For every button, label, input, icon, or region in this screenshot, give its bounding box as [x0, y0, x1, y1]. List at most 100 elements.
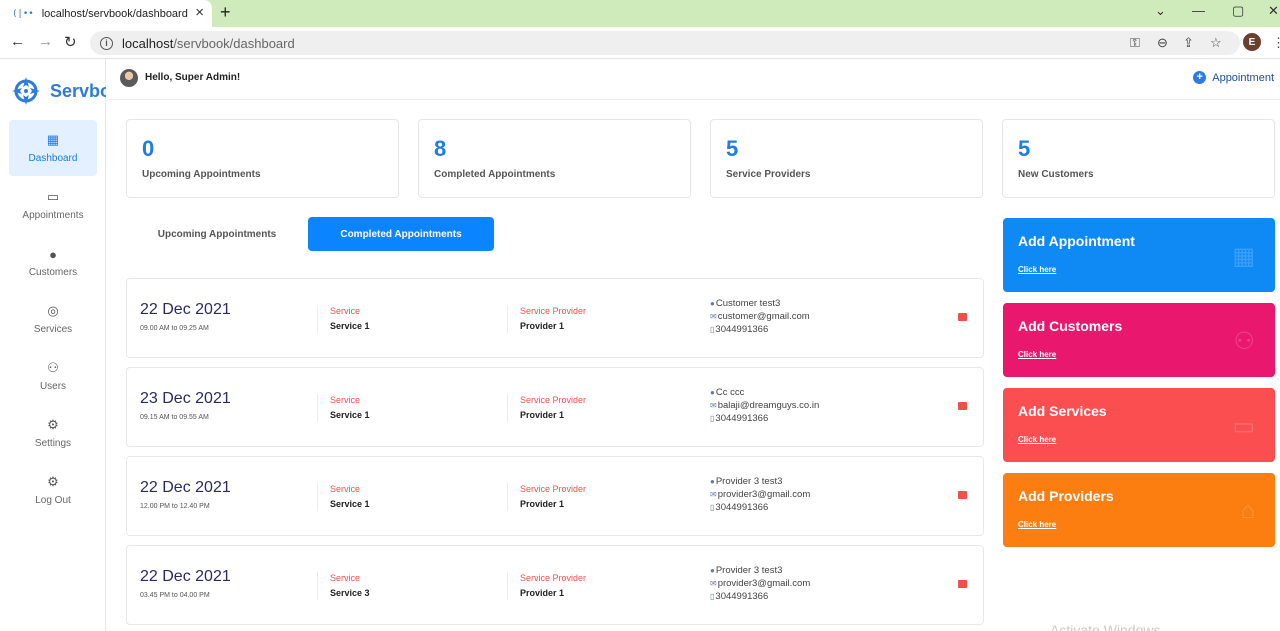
message-icon[interactable] — [958, 402, 967, 410]
column-divider — [507, 572, 508, 600]
top-header: Hello, Super Admin! + Appointment — [107, 59, 1280, 100]
user-icon: ● — [710, 388, 715, 397]
brand-logo[interactable]: Servbo — [10, 75, 106, 107]
stat-value: 0 — [142, 136, 155, 161]
click-here-link[interactable]: Click here — [1018, 265, 1056, 274]
share-icon[interactable]: ⇪ — [1183, 35, 1194, 51]
envelope-icon: ✉ — [710, 579, 717, 588]
calendar-icon: ▭ — [46, 189, 60, 204]
envelope-icon: ✉ — [710, 401, 717, 410]
service-value: Service 3 — [330, 588, 370, 598]
click-here-link[interactable]: Click here — [1018, 435, 1056, 444]
service-label: Service — [330, 484, 361, 494]
sidebar-item-label: Log Out — [35, 495, 71, 506]
bookmark-star-icon[interactable]: ☆ — [1210, 35, 1222, 51]
contact-info: ●Customer test3 ✉customer@gmail.com ▯304… — [710, 297, 810, 336]
tab-close-icon[interactable]: × — [195, 4, 204, 21]
column-divider — [507, 483, 508, 511]
envelope-icon: ✉ — [710, 312, 717, 321]
favicon-icon: (|•• — [12, 8, 34, 19]
appointment-time: 03.45 PM to 04.00 PM — [140, 592, 210, 599]
message-icon[interactable] — [958, 491, 967, 499]
url-field[interactable]: i localhost/servbook/dashboard — [90, 31, 1240, 55]
column-divider — [507, 394, 508, 422]
contact-phone: 3044991366 — [715, 502, 769, 513]
appointment-time: 09.15 AM to 09.55 AM — [140, 414, 209, 421]
appointment-link[interactable]: + Appointment — [1193, 71, 1274, 84]
appointment-link-label: Appointment — [1212, 71, 1274, 84]
provider-value: Provider 1 — [520, 499, 565, 509]
minimize-icon[interactable]: — — [1192, 3, 1205, 18]
contact-info: ●Cc ccc ✉balaji@dreamguys.co.in ▯3044991… — [710, 386, 819, 425]
url-host: localhost — [122, 35, 174, 51]
contact-email: balaji@dreamguys.co.in — [717, 400, 820, 411]
appointment-date: 22 Dec 2021 — [140, 479, 231, 496]
gear-icon: ⚙ — [47, 417, 59, 432]
add-appointment-card[interactable]: Add Appointment Click here ▦ — [1003, 218, 1275, 292]
contact-name: Customer test3 — [715, 298, 781, 309]
provider-label: Service Provider — [520, 306, 587, 316]
users-icon: ⚇ — [47, 360, 59, 375]
sidebar-item-users[interactable]: ⚇ Users — [9, 348, 97, 404]
greeting-text: Hello, Super Admin! — [145, 72, 241, 83]
sidebar-item-appointments[interactable]: ▭ Appointments — [9, 177, 97, 233]
message-icon[interactable] — [958, 580, 967, 588]
tab-completed-appointments[interactable]: Completed Appointments — [308, 217, 494, 251]
avatar[interactable] — [120, 69, 138, 87]
maximize-icon[interactable]: ▢ — [1232, 3, 1244, 19]
calendar-icon: ▦ — [1232, 243, 1255, 270]
action-title: Add Customers — [1018, 318, 1123, 334]
contact-email: provider3@gmail.com — [717, 489, 811, 500]
stat-card-customers: 5 New Customers — [1002, 119, 1275, 198]
back-icon[interactable]: ← — [10, 33, 25, 50]
click-here-link[interactable]: Click here — [1018, 350, 1056, 359]
contact-name: Provider 3 test3 — [715, 565, 783, 576]
sidebar-item-services[interactable]: ◎ Services — [9, 291, 97, 347]
contact-email: provider3@gmail.com — [717, 578, 811, 589]
provider-value: Provider 1 — [520, 588, 565, 598]
stat-label: Upcoming Appointments — [142, 169, 261, 180]
column-divider — [317, 572, 318, 600]
services-icon: ◎ — [47, 303, 59, 318]
envelope-icon: ✉ — [710, 490, 717, 499]
add-customers-card[interactable]: Add Customers Click here ⚇ — [1003, 303, 1275, 377]
stat-value: 5 — [726, 136, 739, 161]
browser-tabstrip: (|•• localhost/servbook/dashboard × + ⌄ … — [0, 0, 1280, 27]
sidebar-item-customers[interactable]: ● Customers — [9, 234, 97, 290]
add-providers-card[interactable]: Add Providers Click here ⌂ — [1003, 473, 1275, 547]
appointment-row: 22 Dec 2021 09.00 AM to 09.25 AM Service… — [126, 278, 984, 358]
sidebar-item-settings[interactable]: ⚙ Settings — [9, 405, 97, 461]
stat-card-providers: 5 Service Providers — [710, 119, 983, 198]
user-icon: ● — [710, 477, 715, 486]
browser-tab[interactable]: (|•• localhost/servbook/dashboard × — [0, 0, 212, 27]
service-value: Service 1 — [330, 499, 370, 509]
sidebar-item-logout[interactable]: ⚙ Log Out — [9, 462, 97, 518]
user-icon: ● — [710, 299, 715, 308]
stat-value: 5 — [1018, 136, 1031, 161]
user-icon: ● — [710, 566, 715, 575]
site-info-icon[interactable]: i — [100, 36, 113, 50]
contact-name: Provider 3 test3 — [715, 476, 783, 487]
contact-phone: 3044991366 — [715, 413, 769, 424]
key-icon[interactable]: ⚿ — [1130, 35, 1140, 51]
sidebar: Servbo ▦ Dashboard ▭ Appointments ● Cust… — [0, 59, 106, 631]
click-here-link[interactable]: Click here — [1018, 520, 1056, 529]
sidebar-item-dashboard[interactable]: ▦ Dashboard — [9, 120, 97, 176]
tab-search-icon[interactable]: ⌄ — [1155, 3, 1166, 19]
zoom-icon[interactable]: ⊖ — [1157, 35, 1168, 51]
action-title: Add Appointment — [1018, 233, 1135, 249]
provider-label: Service Provider — [520, 573, 587, 583]
provider-value: Provider 1 — [520, 321, 565, 331]
new-tab-icon[interactable]: + — [220, 2, 231, 23]
phone-icon: ▯ — [710, 592, 715, 601]
add-services-card[interactable]: Add Services Click here ▭ — [1003, 388, 1275, 462]
forward-icon[interactable]: → — [38, 33, 53, 50]
window-close-icon[interactable]: ✕ — [1268, 3, 1279, 19]
profile-avatar[interactable]: E — [1243, 33, 1261, 51]
message-icon[interactable] — [958, 313, 967, 321]
tab-upcoming-appointments[interactable]: Upcoming Appointments — [131, 217, 303, 251]
stat-label: Completed Appointments — [434, 169, 556, 180]
reload-icon[interactable]: ↻ — [64, 33, 77, 51]
browser-menu-icon[interactable]: ⋮ — [1272, 35, 1280, 51]
brand-name: Servbo — [50, 80, 106, 101]
